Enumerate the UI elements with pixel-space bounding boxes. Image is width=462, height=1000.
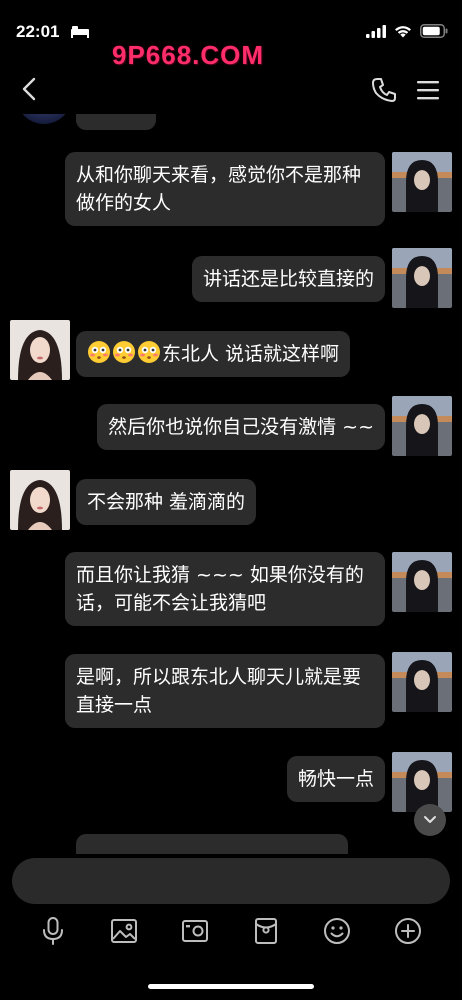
message-bubble[interactable] xyxy=(76,834,348,854)
camera-button[interactable] xyxy=(178,914,212,948)
flushed-face-emoji xyxy=(113,341,135,363)
back-button[interactable] xyxy=(18,76,42,102)
contact-avatar[interactable] xyxy=(10,470,70,530)
message-bubble[interactable] xyxy=(76,114,156,130)
flushed-face-emoji xyxy=(138,341,160,363)
sleep-mode-icon xyxy=(71,26,89,38)
message-bubble[interactable]: 而且你让我猜 ~~~ 如果你没有的话，可能不会让我猜吧 xyxy=(65,552,385,626)
contact-avatar[interactable] xyxy=(10,320,70,380)
message-bubble[interactable]: 东北人 说话就这样啊 xyxy=(76,331,351,377)
photo-button[interactable] xyxy=(107,914,141,948)
battery-icon xyxy=(420,24,448,38)
nav-bar xyxy=(0,64,462,114)
scroll-to-bottom-button[interactable] xyxy=(414,804,446,836)
red-packet-button[interactable] xyxy=(249,914,283,948)
message-bubble[interactable]: 从和你聊天来看，感觉你不是那种做作的女人 xyxy=(65,152,385,226)
wifi-icon xyxy=(395,25,411,37)
message-bubble[interactable]: 然后你也说你自己没有激情 ~~ xyxy=(97,404,385,450)
voice-call-button[interactable] xyxy=(370,76,400,104)
self-avatar[interactable] xyxy=(392,752,452,812)
status-indicators xyxy=(366,24,448,38)
self-avatar[interactable] xyxy=(392,152,452,212)
image-icon xyxy=(111,919,137,943)
emoji-button[interactable] xyxy=(320,914,354,948)
plus-circle-icon xyxy=(395,918,421,944)
self-avatar[interactable] xyxy=(392,652,452,712)
voice-input-button[interactable] xyxy=(36,914,70,948)
chat-toolbar xyxy=(0,912,462,952)
chat-message-list[interactable]: 从和你聊天来看，感觉你不是那种做作的女人 讲话还是比较直接的 东北人 说话就这样… xyxy=(0,114,462,854)
red-packet-icon xyxy=(255,918,277,944)
status-time: 22:01 xyxy=(16,22,60,41)
signal-icon xyxy=(366,24,386,38)
more-button[interactable] xyxy=(391,914,425,948)
message-bubble[interactable]: 讲话还是比较直接的 xyxy=(191,256,385,302)
message-bubble[interactable]: 不会那种 羞滴滴的 xyxy=(76,479,257,525)
self-avatar[interactable] xyxy=(392,396,452,456)
home-indicator[interactable] xyxy=(148,984,314,989)
flushed-face-emoji xyxy=(88,341,110,363)
message-bubble[interactable]: 是啊，所以跟东北人聊天儿就是要直接一点 xyxy=(65,654,385,728)
microphone-icon xyxy=(43,917,63,945)
hamburger-menu-icon xyxy=(417,81,439,100)
self-avatar[interactable] xyxy=(392,552,452,612)
message-input[interactable] xyxy=(12,858,450,904)
chevron-left-icon xyxy=(22,77,36,101)
chat-menu-button[interactable] xyxy=(414,76,444,104)
self-avatar[interactable] xyxy=(392,248,452,308)
smiley-icon xyxy=(324,918,350,944)
phone-icon xyxy=(372,78,396,102)
message-text: 东北人 说话就这样啊 xyxy=(162,343,340,365)
chevron-down-icon xyxy=(424,816,436,823)
camera-icon xyxy=(182,920,208,942)
message-bubble[interactable]: 畅快一点 xyxy=(286,756,385,802)
contact-avatar[interactable] xyxy=(20,114,68,126)
